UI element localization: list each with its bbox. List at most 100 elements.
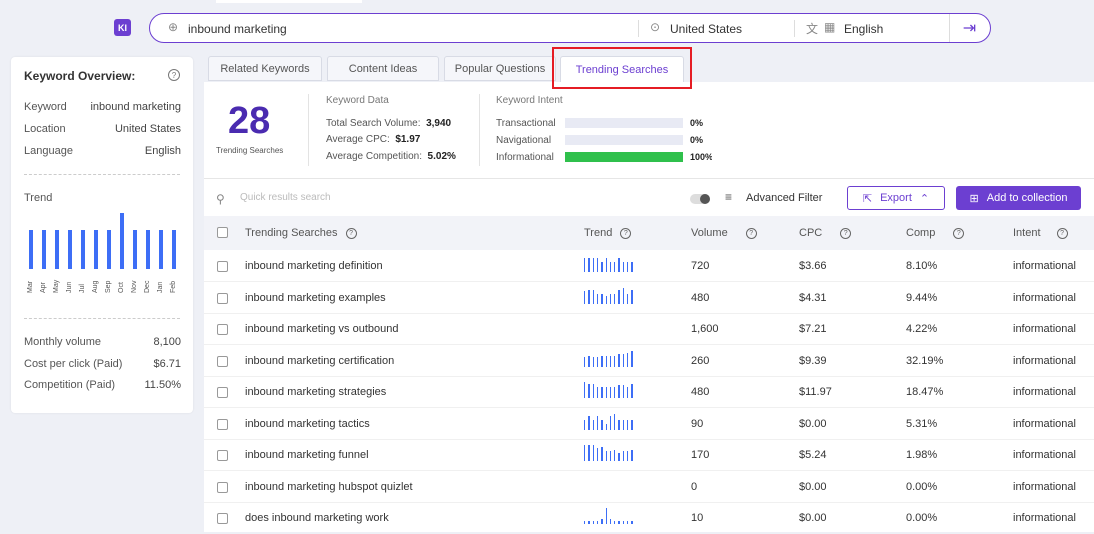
- main-panel: Related Keywords Content Ideas Popular Q…: [204, 47, 1094, 534]
- sparkline-bar: [584, 445, 586, 461]
- target-icon: ⊕: [168, 20, 179, 34]
- keyword-cell[interactable]: inbound marketing strategies: [245, 386, 386, 398]
- tab-popular-questions[interactable]: Popular Questions: [444, 56, 556, 81]
- col-header-intent[interactable]: Intent?: [1013, 227, 1068, 239]
- sparkline-bar: [614, 521, 616, 524]
- table-row[interactable]: inbound marketing strategies 480 $11.97 18.…: [204, 376, 1094, 408]
- row-checkbox[interactable]: [217, 418, 228, 430]
- keyword-cell[interactable]: does inbound marketing work: [245, 512, 389, 524]
- label: Monthly volume: [24, 336, 102, 348]
- trend-bar: [81, 230, 85, 269]
- value: inbound marketing: [90, 101, 181, 113]
- keyword-cell[interactable]: inbound marketing certification: [245, 355, 394, 367]
- location-pin-icon: ⊙: [650, 20, 661, 34]
- keyword-cell[interactable]: inbound marketing vs outbound: [245, 323, 399, 335]
- quick-results-search-input[interactable]: Quick results search: [240, 192, 331, 203]
- comp-cell: 1.98%: [906, 449, 938, 461]
- keyword-cell[interactable]: inbound marketing funnel: [245, 449, 369, 461]
- trend-month-label: Nov: [131, 280, 138, 293]
- table-row[interactable]: inbound marketing certification 260 $9.39 3…: [204, 345, 1094, 377]
- table-row[interactable]: inbound marketing definition 720 $3.66 8.10…: [204, 250, 1094, 282]
- intent-cell: informational: [1013, 323, 1076, 335]
- location-select[interactable]: United States: [670, 22, 742, 36]
- help-icon[interactable]: ?: [168, 69, 180, 81]
- keyword-cell[interactable]: inbound marketing tactics: [245, 418, 370, 430]
- table-row[interactable]: inbound marketing tactics 90 $0.00 5.31% inf…: [204, 408, 1094, 440]
- enter-arrow-icon: ⇥: [962, 20, 977, 37]
- search-input[interactable]: inbound marketing: [188, 22, 287, 36]
- search-icon: ⚲: [216, 192, 225, 206]
- intent-cell: informational: [1013, 354, 1076, 367]
- trend-month-label: May: [53, 279, 60, 293]
- volume-cell: 0: [691, 480, 698, 493]
- search-submit-button[interactable]: ⇥: [949, 14, 989, 42]
- trend-sparkline: [584, 256, 636, 272]
- table-row[interactable]: inbound marketing hubspot quizlet 0 $0.00 0…: [204, 471, 1094, 503]
- app-logo[interactable]: KI: [114, 19, 131, 36]
- col-header-trend[interactable]: Trend?: [584, 227, 632, 239]
- sparkline-bar: [588, 521, 590, 524]
- divider: [308, 94, 309, 166]
- language-select[interactable]: English: [844, 22, 883, 36]
- row-checkbox[interactable]: [217, 481, 228, 493]
- table-row[interactable]: inbound marketing vs outbound 1,600 $7.21 4…: [204, 313, 1094, 345]
- export-icon: ⇱: [862, 192, 873, 205]
- col-header-volume[interactable]: Volume?: [691, 227, 757, 239]
- row-checkbox[interactable]: [217, 292, 228, 304]
- keyword-cell[interactable]: inbound marketing hubspot quizlet: [245, 481, 413, 493]
- advanced-filter-button[interactable]: Advanced Filter: [746, 192, 822, 204]
- col-header-comp[interactable]: Comp?: [906, 227, 965, 239]
- col-header-cpc[interactable]: CPC?: [799, 227, 852, 239]
- comp-cell: 8.10%: [906, 260, 938, 272]
- sparkline-bar: [605, 355, 607, 367]
- sparkline-bar: [627, 521, 629, 524]
- table-row[interactable]: does inbound marketing work 10 $0.00 0.00% i…: [204, 502, 1094, 534]
- select-all-checkbox[interactable]: [217, 227, 228, 238]
- sparkline-bar: [592, 356, 594, 367]
- tab-content-ideas[interactable]: Content Ideas: [327, 56, 439, 81]
- sparkline-bar: [588, 289, 590, 304]
- row-checkbox[interactable]: [217, 513, 228, 524]
- filter-icon[interactable]: ≡: [725, 190, 732, 204]
- sparkline-bar: [584, 356, 586, 367]
- trend-bar: [159, 230, 163, 269]
- sparkline-bar: [609, 293, 612, 304]
- overview-language-row: Language English: [24, 145, 181, 157]
- overview-title: Keyword Overview:: [24, 69, 136, 83]
- keyword-cell[interactable]: inbound marketing examples: [245, 292, 386, 304]
- sparkline-bar: [618, 385, 620, 398]
- row-checkbox[interactable]: [217, 324, 228, 335]
- trend-month-label: Sep: [105, 280, 112, 293]
- export-button[interactable]: ⇱ Export ⌃: [847, 186, 945, 210]
- divider: [794, 20, 795, 37]
- cpc-cell: $0.00: [799, 512, 827, 524]
- trend-month-label: Jun: [66, 281, 73, 293]
- sparkline-bar: [601, 447, 603, 461]
- add-to-collection-button[interactable]: ⊞ Add to collection: [956, 186, 1081, 210]
- table-row[interactable]: inbound marketing examples 480 $4.31 9.44% i…: [204, 282, 1094, 314]
- value: 5.02%: [427, 151, 456, 162]
- sparkline-bar: [622, 385, 625, 398]
- label: Location: [24, 123, 66, 135]
- table-row[interactable]: inbound marketing funnel 170 $5.24 1.98% inf…: [204, 439, 1094, 471]
- trend-month-label: Feb: [170, 280, 177, 293]
- monthly-volume-row: Monthly volume 8,100: [24, 336, 181, 348]
- cpc-cell: $5.24: [799, 449, 827, 461]
- value: 8,100: [153, 336, 181, 348]
- sparkline-bar: [592, 258, 594, 272]
- cpc-cell: $9.39: [799, 354, 827, 367]
- col-header-trending-searches[interactable]: Trending Searches?: [245, 227, 357, 239]
- tab-related-keywords[interactable]: Related Keywords: [208, 56, 322, 81]
- row-checkbox[interactable]: [217, 355, 228, 367]
- sparkline-bar: [596, 356, 599, 367]
- intent-navigational-pct: 0%: [690, 135, 704, 145]
- toggle-switch[interactable]: [690, 194, 710, 204]
- overview-keyword-row: Keyword inbound marketing: [24, 101, 181, 113]
- row-checkbox[interactable]: [217, 261, 228, 272]
- tab-highlight-box: [552, 47, 692, 89]
- row-checkbox[interactable]: [217, 450, 228, 461]
- sparkline-bar: [614, 450, 616, 461]
- row-checkbox[interactable]: [217, 387, 228, 398]
- trend-label: Trend: [24, 192, 53, 204]
- keyword-cell[interactable]: inbound marketing definition: [245, 260, 383, 272]
